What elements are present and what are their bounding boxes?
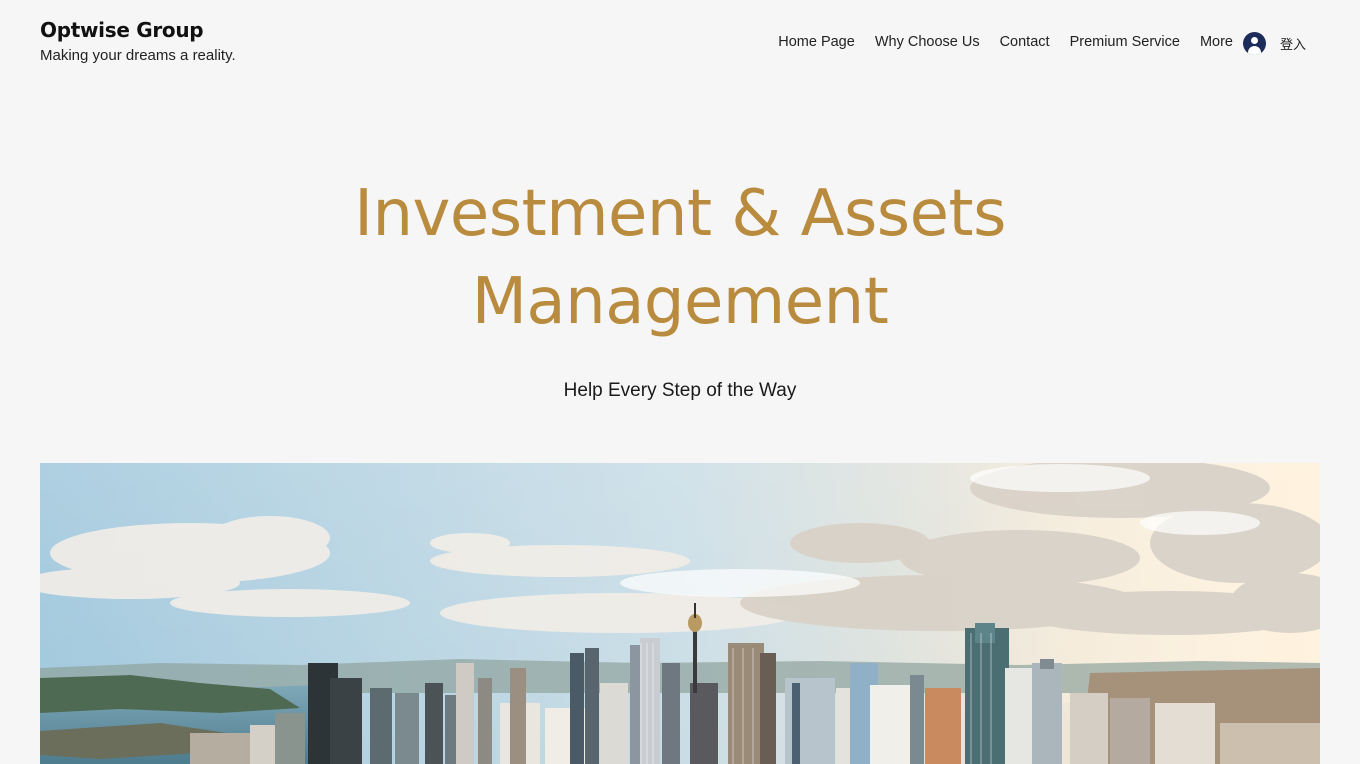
nav-item-more[interactable]: More [1200, 34, 1233, 50]
brand-name[interactable]: Optwise Group [40, 16, 236, 44]
hero-title-line1: Investment & Assets [354, 177, 1006, 251]
user-avatar-icon [1243, 31, 1266, 55]
nav-item-premium-service[interactable]: Premium Service [1070, 34, 1180, 50]
hero-image-city-skyline [40, 463, 1320, 764]
page: Optwise Group Making your dreams a reali… [0, 0, 1360, 764]
hero-title-line2: Management [471, 265, 889, 339]
brand: Optwise Group Making your dreams a reali… [40, 16, 236, 67]
brand-tagline: Making your dreams a reality. [40, 47, 236, 64]
login-button[interactable]: 登入 [1243, 31, 1306, 55]
main-nav: Home Page Why Choose Us Contact Premium … [778, 31, 1233, 53]
nav-item-home-page[interactable]: Home Page [778, 34, 855, 50]
nav-item-contact[interactable]: Contact [1000, 34, 1050, 50]
hero-title: Investment & Assets Management [0, 170, 1360, 346]
login-label: 登入 [1280, 37, 1307, 53]
nav-item-why-choose-us[interactable]: Why Choose Us [875, 34, 980, 50]
hero-subtitle: Help Every Step of the Way [563, 380, 797, 401]
